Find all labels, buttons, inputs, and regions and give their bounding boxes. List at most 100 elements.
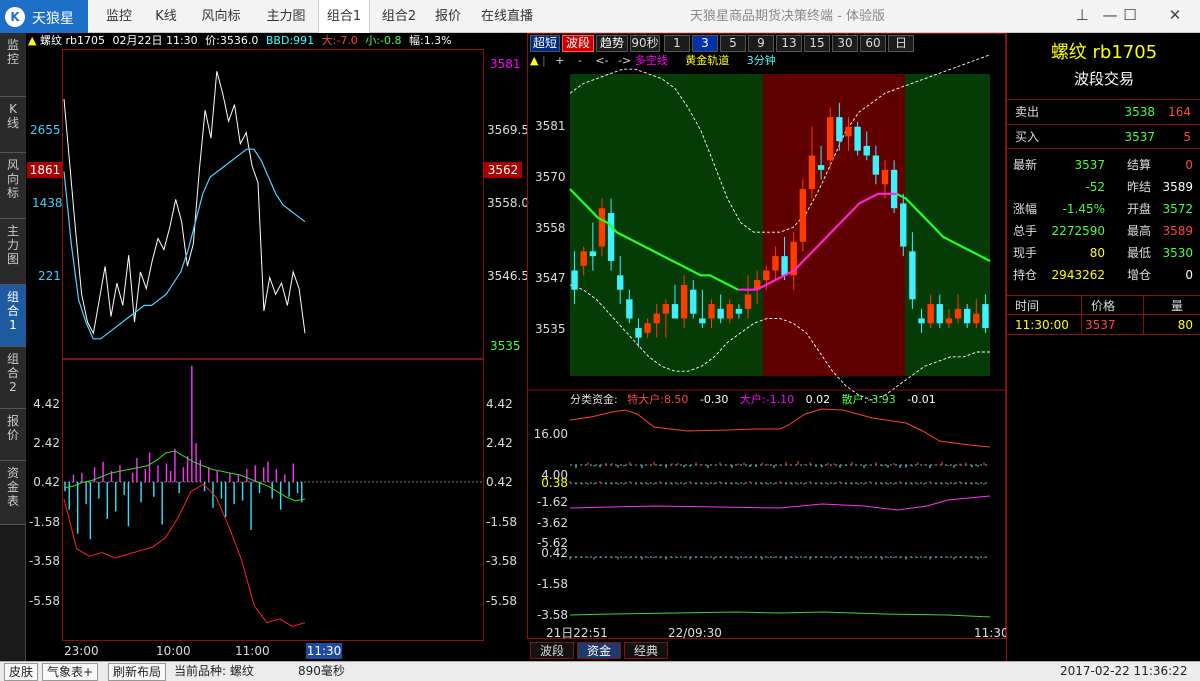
- fund-axis-label: -3.58: [536, 608, 568, 622]
- divider: [1081, 315, 1082, 335]
- tick-volume: 80: [1177, 318, 1193, 332]
- stat-label: 增仓: [1127, 268, 1152, 282]
- fund-axis-label: 0.42: [541, 546, 568, 560]
- bottom-time-label: 21日22:51: [546, 626, 608, 640]
- stat-value: 3589: [1162, 224, 1193, 238]
- fund-label: 分类资金:: [570, 393, 618, 406]
- flow-axis-label: -3.58: [486, 554, 518, 568]
- tab-classic[interactable]: 经典: [624, 642, 668, 659]
- stat-value: 0: [1185, 268, 1193, 282]
- stat-label: 总手: [1013, 224, 1038, 238]
- flow-axis-label: -1.58: [486, 515, 518, 529]
- fund-big-change: 0.02: [805, 393, 831, 406]
- quote-title: 螺纹 rb1705: [1050, 42, 1158, 63]
- sell-row[interactable]: 卖出 3538 164: [1007, 99, 1200, 125]
- fund-axis-label: 16.00: [533, 427, 568, 441]
- flow-axis-label: 0.42: [486, 475, 513, 489]
- stat-value: 3537: [1074, 158, 1105, 172]
- quote-panel: 螺纹 rb1705 波段交易 卖出 3538 164 买入 3537 5 最新 3…: [1006, 33, 1200, 661]
- stat-label: 持仓: [1013, 268, 1038, 282]
- tick-price: 3537: [1085, 318, 1116, 332]
- fund-special-value: 8.50: [663, 393, 689, 406]
- tick-header-volume: 量: [1171, 299, 1184, 313]
- stat-value: 3572: [1162, 202, 1193, 216]
- price-axis-label: 3535: [490, 339, 521, 353]
- time-axis-label: 11:00: [235, 644, 270, 658]
- bottom-time-label: 22/09:30: [668, 626, 722, 640]
- stat-label: 结算: [1127, 158, 1152, 172]
- flow-axis-label: 0.42: [33, 475, 60, 489]
- divider: [1143, 296, 1144, 316]
- tick-row[interactable]: 11:30:00 3537 80: [1007, 315, 1200, 335]
- stat-value: 2272590: [1051, 224, 1105, 238]
- stat-value: 0: [1185, 158, 1193, 172]
- sell-price: 3538: [1124, 105, 1155, 119]
- stat-value: -52: [1085, 180, 1105, 194]
- kline-axis-label: 3535: [535, 322, 566, 336]
- tick-header-time: 时间: [1015, 299, 1040, 313]
- flow-axis-label: 2.42: [33, 436, 60, 450]
- tab-swing[interactable]: 波段: [530, 642, 574, 659]
- fund-axis-label: -1.58: [536, 577, 568, 591]
- kline-axis-label: 3570: [535, 170, 566, 184]
- stat-value: 80: [1089, 246, 1105, 260]
- tab-fund[interactable]: 资金: [577, 642, 621, 659]
- flow-axis-label: -1.58: [28, 515, 60, 529]
- skin-button[interactable]: 皮肤: [4, 663, 39, 681]
- buy-price: 3537: [1124, 130, 1155, 144]
- price-axis-label: 3546.5: [487, 269, 529, 283]
- price-axis-label: 3558.0: [487, 196, 529, 210]
- stat-value: 3589: [1162, 180, 1193, 194]
- stat-label: 现手: [1013, 246, 1038, 260]
- fund-big-label: 大户:: [739, 393, 766, 406]
- kline-axis-label: 3581: [535, 119, 566, 133]
- flow-axis-label: 4.42: [33, 397, 60, 411]
- current-contract: 当前品种: 螺纹: [174, 664, 254, 678]
- price-axis-marker: 3562: [484, 162, 522, 178]
- intraday-price-line: [63, 71, 306, 335]
- app-window: K 天狼星 监控 K线 风向标 主力图 组合1 组合2 报价 在线直播 天狼星商…: [0, 0, 1200, 681]
- fund-special-change: -0.30: [699, 393, 729, 406]
- buy-row[interactable]: 买入 3537 5: [1007, 125, 1200, 149]
- fund-axis-label: -1.62: [536, 495, 568, 509]
- price-axis-label: 3569.5: [487, 123, 529, 137]
- fund-retail-label: 散户:: [841, 393, 868, 406]
- flow-axis-label: 2.42: [486, 436, 513, 450]
- status-datetime: 2017-02-22 11:36:22: [1060, 664, 1188, 678]
- flow-axis-label: -5.58: [486, 594, 518, 608]
- divider: [1143, 315, 1144, 335]
- stat-label: 昨结: [1127, 180, 1152, 194]
- fund-header: 分类资金: 特大户:8.50 -0.30 大户:-1.10 0.02 散户:-3…: [570, 392, 1000, 408]
- buy-volume: 5: [1183, 130, 1191, 144]
- weather-button[interactable]: 气象表+: [42, 663, 99, 681]
- stat-value: -1.45%: [1062, 202, 1105, 216]
- stat-label: 最新: [1013, 158, 1038, 172]
- refresh-layout-button[interactable]: 刷新布局: [108, 663, 167, 681]
- tick-time: 11:30:00: [1015, 318, 1069, 332]
- quote-subtitle: 波段交易: [1073, 70, 1134, 88]
- stat-label: 最高: [1127, 224, 1152, 238]
- buy-label: 买入: [1015, 130, 1040, 144]
- flow-axis-label: -3.58: [28, 554, 60, 568]
- fund-retail-change: -0.01: [907, 393, 936, 406]
- sell-volume: 164: [1168, 105, 1191, 119]
- stat-label: 最低: [1127, 246, 1152, 260]
- kline-panel-frame: [527, 33, 1006, 639]
- price-axis-label: 3581: [490, 57, 521, 71]
- fund-big-value: -1.10: [765, 393, 795, 406]
- tick-header: 时间 价格 量: [1007, 295, 1200, 316]
- flow-axis-label: -5.58: [28, 594, 60, 608]
- time-cursor-marker: 11:30: [306, 643, 342, 659]
- kline-axis-label: 3558: [535, 221, 566, 235]
- kline-axis-label: 3547: [535, 271, 566, 285]
- left-axis-label: 2655: [30, 123, 61, 137]
- stat-value: 2943262: [1051, 268, 1105, 282]
- stat-label: 开盘: [1127, 202, 1152, 216]
- sell-label: 卖出: [1015, 105, 1040, 119]
- fund-special-label: 特大户:: [627, 393, 664, 406]
- fund-retail-value: -3.93: [867, 393, 896, 406]
- latency: 890毫秒: [298, 664, 345, 678]
- bottom-time-label: 11:30: [974, 626, 1009, 640]
- stat-value: 3530: [1162, 246, 1193, 260]
- time-axis-label: 10:00: [156, 644, 191, 658]
